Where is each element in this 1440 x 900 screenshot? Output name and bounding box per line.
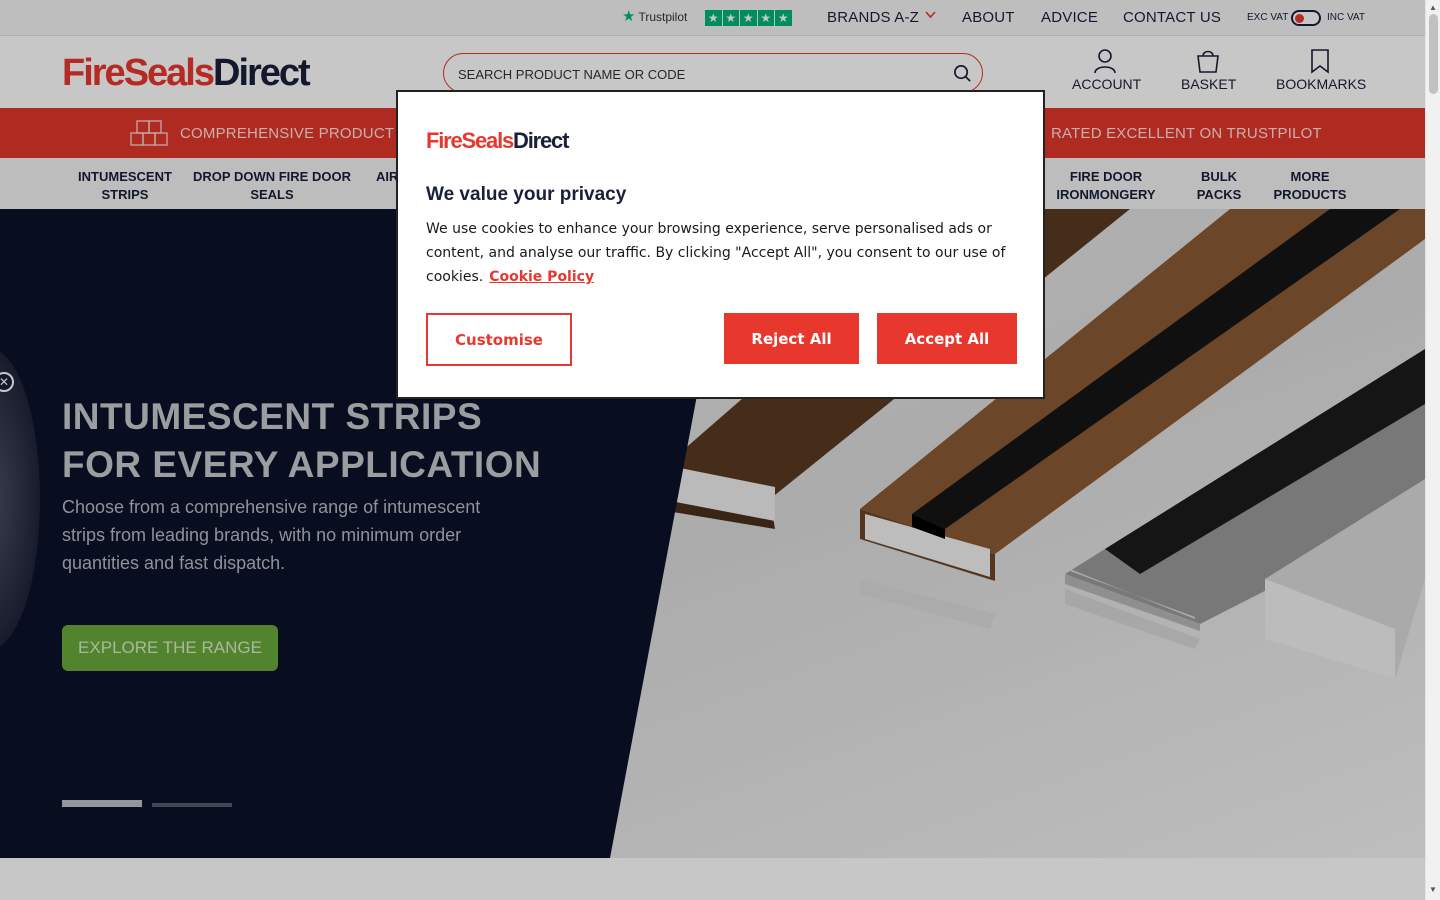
modal-body: We use cookies to enhance your browsing … — [426, 217, 1026, 289]
accept-all-button[interactable]: Accept All — [877, 313, 1017, 364]
reject-all-button[interactable]: Reject All — [724, 313, 859, 364]
page-scrollbar[interactable]: ▲ ▼ — [1425, 0, 1440, 900]
scrollbar-thumb[interactable] — [1429, 14, 1438, 94]
cookie-consent-dialog: FireSealsDirect We value your privacy We… — [396, 90, 1045, 399]
cookie-policy-link[interactable]: Cookie Policy — [489, 269, 594, 285]
scroll-up-icon[interactable]: ▲ — [1429, 3, 1437, 12]
modal-title: We value your privacy — [426, 184, 627, 205]
modal-logo: FireSealsDirect — [426, 128, 569, 154]
scroll-down-icon[interactable]: ▼ — [1429, 885, 1437, 894]
logo-text-direct: Direct — [513, 128, 569, 153]
customise-button[interactable]: Customise — [426, 313, 572, 366]
logo-text-fireseals: FireSeals — [426, 128, 514, 153]
